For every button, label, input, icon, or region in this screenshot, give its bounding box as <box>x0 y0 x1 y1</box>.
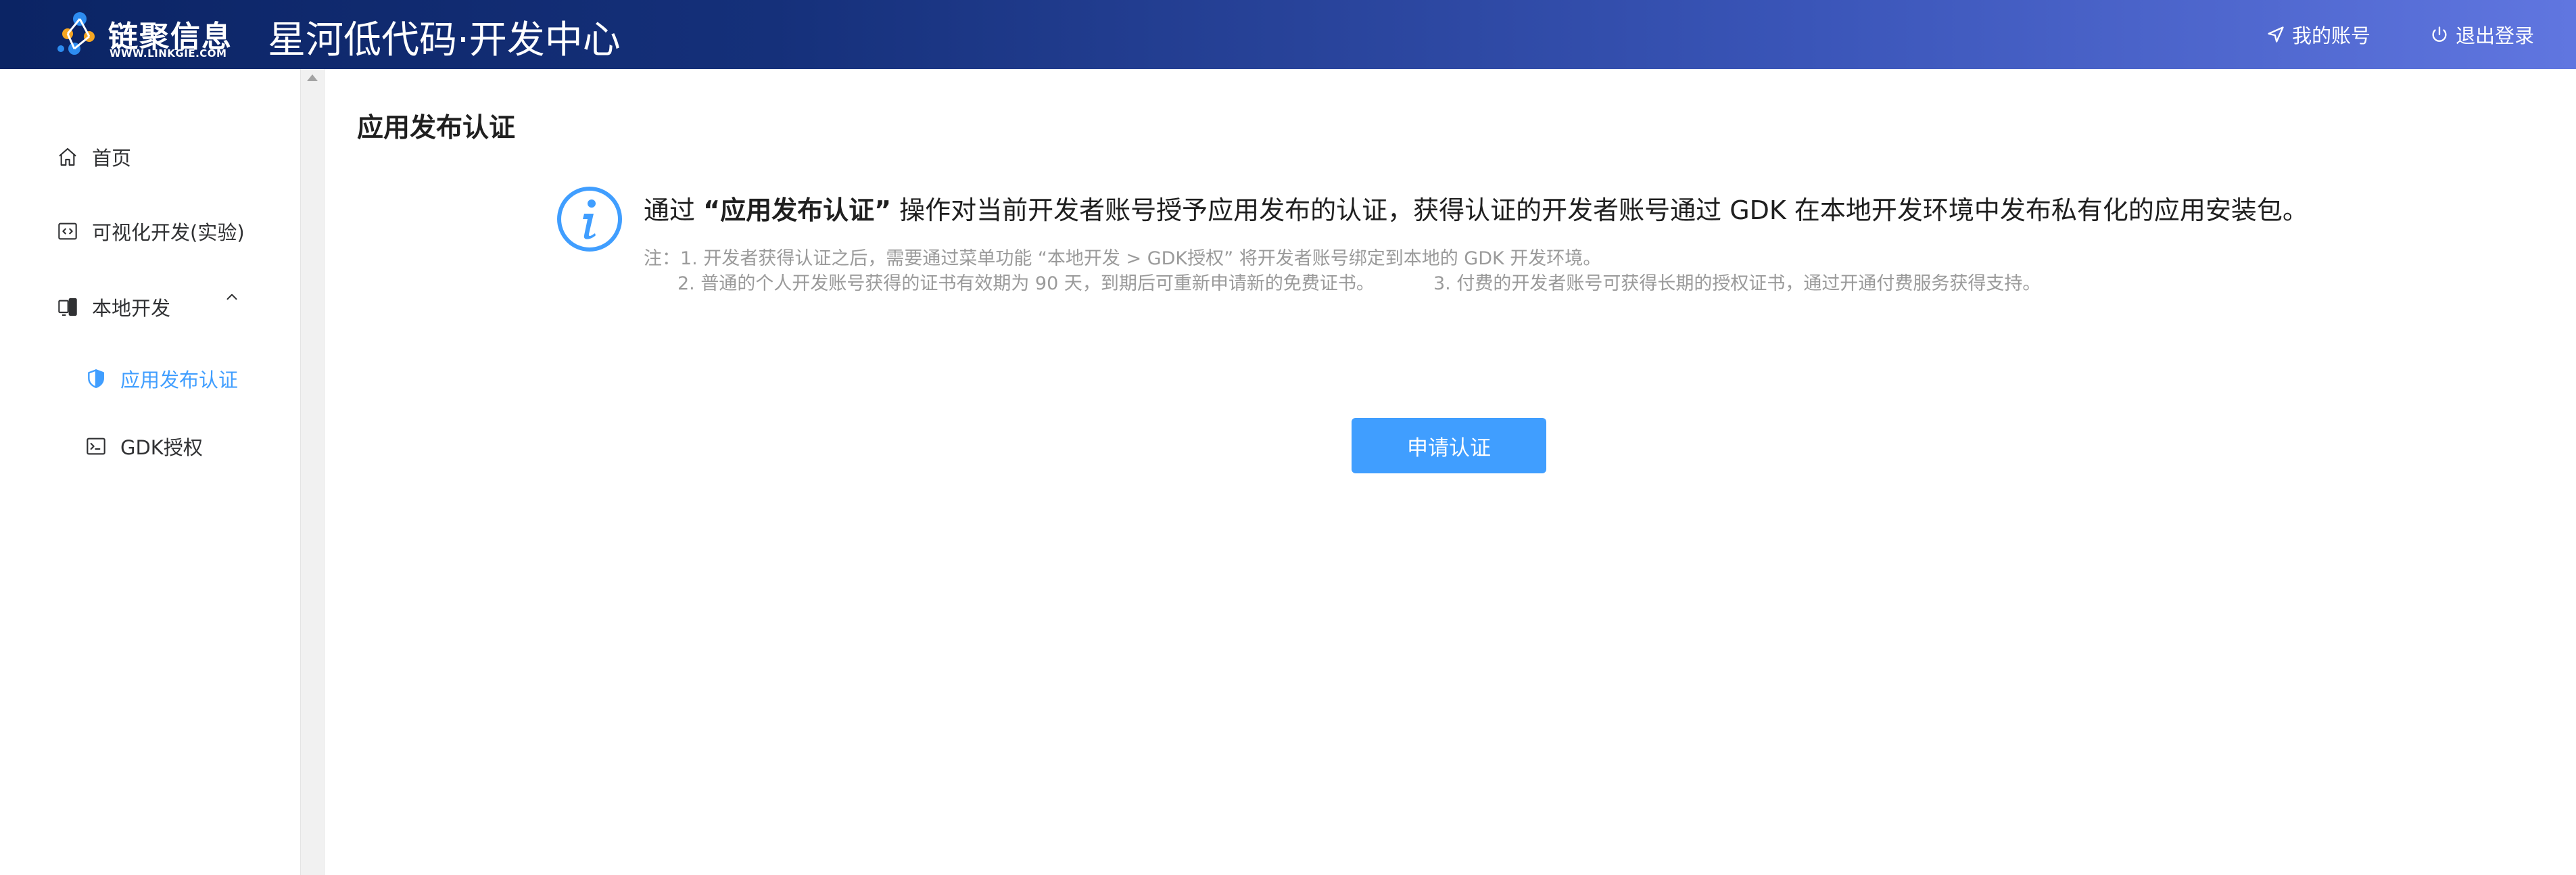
logo-text-en: WWW.LINKGIE.COM <box>110 47 227 60</box>
sidebar-item-local-dev[interactable]: 本地开发 <box>57 287 170 327</box>
code-icon <box>58 222 77 240</box>
note-line-1: 注：1. 开发者获得认证之后，需要通过菜单功能 “本地开发 > GDK授权” 将… <box>644 248 1602 269</box>
info-icon <box>557 187 622 252</box>
sidebar-item-label: 本地开发 <box>92 297 171 320</box>
info-description: 通过 “应用发布认证” 操作对当前开发者账号授予应用发布的认证，获得认证的开发者… <box>644 189 2308 227</box>
sidebar-item-label: 可视化开发(实验) <box>92 221 245 244</box>
chevron-up-icon[interactable] <box>223 288 241 306</box>
info-prefix: 通过 <box>644 195 704 225</box>
apply-cert-button[interactable]: 申请认证 <box>1352 418 1546 473</box>
sidebar-item-gdk-auth[interactable]: GDK授权 <box>85 426 203 467</box>
main-content: 应用发布认证 通过 “应用发布认证” 操作对当前开发者账号授予应用发布的认证，获… <box>325 69 2576 875</box>
sidebar-item-label: GDK授权 <box>120 436 203 459</box>
logout-button[interactable]: 退出登录 <box>2430 20 2534 49</box>
sidebar-item-label: 首页 <box>92 147 132 170</box>
note-line-2: 2. 普通的个人开发账号获得的证书有效期为 90 天，到期后可重新申请新的免费证… <box>677 273 1375 294</box>
page-title: 应用发布认证 <box>357 113 516 143</box>
power-icon <box>2432 26 2447 42</box>
navigation-arrow-icon <box>2268 26 2284 43</box>
my-account-button[interactable]: 我的账号 <box>2266 20 2370 49</box>
info-suffix: 操作对当前开发者账号授予应用发布的认证，获得认证的开发者账号通过 GDK 在本地… <box>891 195 2308 225</box>
my-account-label: 我的账号 <box>2291 24 2370 47</box>
logout-label: 退出登录 <box>2455 24 2534 47</box>
shield-icon <box>88 369 104 388</box>
home-icon <box>59 147 76 166</box>
brand-logo[interactable]: 链聚信息 WWW.LINKGIE.COM <box>55 7 238 62</box>
sidebar-item-home[interactable]: 首页 <box>57 137 131 177</box>
header-actions: 我的账号 退出登录 <box>2266 0 2534 69</box>
sidebar: 首页 可视化开发(实验) 本地开发 应用发布认证 GDK授权 <box>0 69 300 875</box>
sidebar-scrollbar[interactable] <box>300 69 325 875</box>
scroll-up-arrow-icon[interactable] <box>307 74 318 81</box>
terminal-icon <box>87 438 105 455</box>
sidebar-item-visual-dev[interactable]: 可视化开发(实验) <box>57 211 245 252</box>
note-line-3: 3. 付费的开发者账号可获得长期的授权证书，通过开通付费服务获得支持。 <box>1433 273 2041 294</box>
device-icon <box>58 298 77 316</box>
app-title: 星河低代码·开发中心 <box>268 18 621 62</box>
top-header: 链聚信息 WWW.LINKGIE.COM 星河低代码·开发中心 我的账号 退出登… <box>0 0 2576 69</box>
sidebar-item-label: 应用发布认证 <box>120 369 239 392</box>
info-highlight: “应用发布认证” <box>703 195 892 225</box>
logo-icon <box>57 12 95 55</box>
sidebar-item-app-publish-cert[interactable]: 应用发布认证 <box>85 358 238 399</box>
